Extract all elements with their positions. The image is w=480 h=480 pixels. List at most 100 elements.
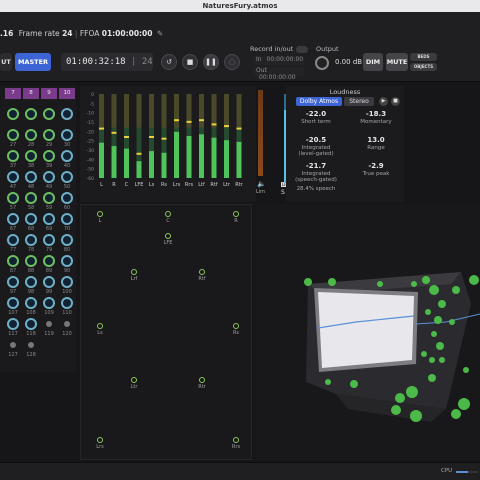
object-indicator[interactable]: [61, 255, 73, 267]
object-orb[interactable]: [458, 398, 470, 410]
speaker-node[interactable]: [131, 269, 137, 275]
object-indicator[interactable]: [43, 213, 55, 225]
object-indicator[interactable]: [61, 234, 73, 246]
object-indicator[interactable]: [43, 108, 55, 120]
object-indicator[interactable]: [7, 276, 19, 288]
object-indicator[interactable]: [10, 342, 16, 348]
out-field[interactable]: Out 00:00:00:00: [254, 67, 304, 81]
timecode-display[interactable]: 01:00:32:18 | 24: [61, 53, 153, 71]
object-orb[interactable]: [452, 286, 460, 294]
object-indicator[interactable]: [25, 255, 37, 267]
object-orb[interactable]: [436, 342, 444, 350]
object-orb[interactable]: [304, 278, 312, 286]
object-indicator[interactable]: [61, 171, 73, 183]
object-indicator[interactable]: [25, 318, 37, 330]
object-indicator[interactable]: [25, 171, 37, 183]
object-orb[interactable]: [421, 351, 427, 357]
object-orb[interactable]: [422, 276, 430, 284]
object-indicator[interactable]: [25, 213, 37, 225]
output-knob-icon[interactable]: [315, 56, 329, 70]
mode-stereo[interactable]: Stereo: [344, 97, 374, 106]
object-orb[interactable]: [425, 309, 431, 315]
objects-button[interactable]: OBJECTS: [410, 63, 437, 71]
object-indicator[interactable]: [43, 255, 55, 267]
object-orb[interactable]: [410, 410, 422, 422]
object-indicator[interactable]: [43, 171, 55, 183]
object-indicator[interactable]: [61, 297, 73, 309]
master-button[interactable]: MASTER: [15, 53, 51, 71]
object-indicator[interactable]: [7, 234, 19, 246]
speaker-node[interactable]: [233, 437, 239, 443]
object-indicator[interactable]: [28, 342, 34, 348]
history-icon[interactable]: ↺: [161, 54, 177, 70]
object-orb[interactable]: [391, 405, 401, 415]
object-header-cell[interactable]: 9: [41, 88, 57, 99]
panner-3d-view[interactable]: [256, 204, 480, 460]
object-indicator[interactable]: [61, 213, 73, 225]
object-orb[interactable]: [377, 281, 383, 287]
speaker-node[interactable]: [233, 211, 239, 217]
object-orb[interactable]: [428, 374, 436, 382]
object-orb[interactable]: [328, 278, 336, 286]
object-indicator[interactable]: [25, 108, 37, 120]
object-indicator[interactable]: [64, 321, 70, 327]
object-indicator[interactable]: [25, 297, 37, 309]
pause-icon[interactable]: ❚❚: [203, 54, 219, 70]
object-orb[interactable]: [411, 281, 417, 287]
in-field[interactable]: In 00:00:00:00: [254, 56, 304, 65]
object-orb[interactable]: [449, 319, 455, 325]
object-indicator[interactable]: [61, 108, 73, 120]
object-indicator[interactable]: [61, 192, 73, 204]
object-indicator[interactable]: [7, 108, 19, 120]
object-orb[interactable]: [434, 316, 442, 324]
object-orb[interactable]: [325, 379, 331, 385]
object-indicator[interactable]: [25, 129, 37, 141]
object-indicator[interactable]: [7, 150, 19, 162]
object-indicator[interactable]: [43, 192, 55, 204]
object-orb[interactable]: [463, 367, 469, 373]
play-icon[interactable]: ▶: [379, 97, 388, 106]
object-indicator[interactable]: [7, 171, 19, 183]
dim-button[interactable]: DIM: [363, 53, 383, 71]
speaker-node[interactable]: [131, 377, 137, 383]
object-orb[interactable]: [429, 357, 435, 363]
speaker-node[interactable]: [199, 377, 205, 383]
object-indicator[interactable]: [7, 297, 19, 309]
object-indicator[interactable]: [7, 318, 19, 330]
object-indicator[interactable]: [61, 276, 73, 288]
object-header-cell[interactable]: 10: [59, 88, 75, 99]
object-indicator[interactable]: [25, 234, 37, 246]
stop-icon[interactable]: ■: [182, 54, 198, 70]
object-indicator[interactable]: [61, 129, 73, 141]
record-toggle[interactable]: [296, 46, 308, 53]
pencil-icon[interactable]: ✎: [157, 29, 163, 38]
object-indicator[interactable]: [7, 255, 19, 267]
stop-icon[interactable]: ■: [391, 97, 400, 106]
speaker-node[interactable]: [97, 437, 103, 443]
speaker-node[interactable]: [165, 211, 171, 217]
object-indicator[interactable]: [25, 150, 37, 162]
object-indicator[interactable]: [43, 150, 55, 162]
object-orb[interactable]: [395, 393, 405, 403]
beds-button[interactable]: BEDS: [410, 53, 437, 61]
speaker-node[interactable]: [165, 233, 171, 239]
object-indicator[interactable]: [61, 150, 73, 162]
object-indicator[interactable]: [25, 276, 37, 288]
mute-button[interactable]: MUTE: [386, 53, 408, 71]
object-orb[interactable]: [438, 300, 446, 308]
input-button[interactable]: UT: [0, 53, 12, 71]
speaker-node[interactable]: [233, 323, 239, 329]
mode-dolby-atmos[interactable]: Dolby Atmos: [296, 97, 342, 106]
object-orb[interactable]: [439, 357, 445, 363]
object-indicator[interactable]: [43, 234, 55, 246]
object-indicator[interactable]: [46, 321, 52, 327]
object-indicator[interactable]: [7, 129, 19, 141]
object-orb[interactable]: [429, 285, 439, 295]
speaker-node[interactable]: [97, 323, 103, 329]
object-indicator[interactable]: [25, 192, 37, 204]
object-header-cell[interactable]: 8: [23, 88, 39, 99]
object-orb[interactable]: [469, 275, 479, 285]
panner-2d-view[interactable]: L C R LFE Lrf Rtf Ls Rs Ltr Rtr Lrs Rrs: [80, 204, 252, 460]
loop-icon[interactable]: ○: [224, 54, 240, 70]
speaker-node[interactable]: [199, 269, 205, 275]
